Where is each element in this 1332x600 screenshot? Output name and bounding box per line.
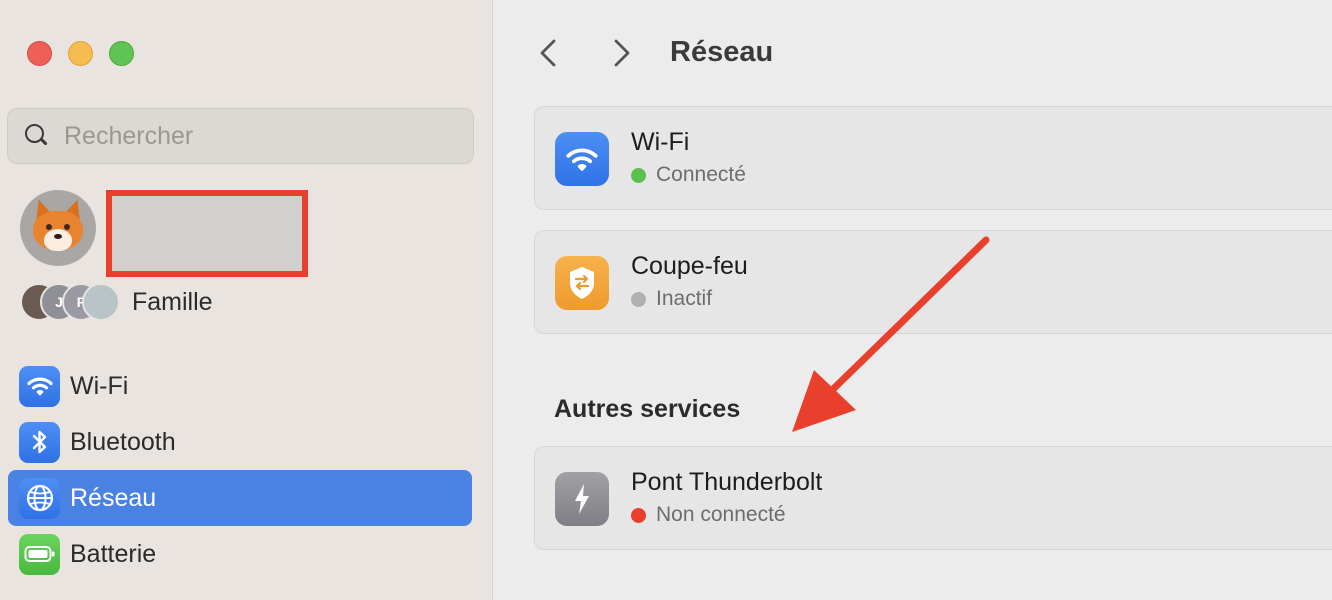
- family-label: Famille: [132, 288, 213, 316]
- battery-icon: [19, 533, 60, 575]
- window-controls: [27, 41, 134, 66]
- status-dot-red: [631, 507, 646, 523]
- sidebar: J F Famille Wi-Fi Bluetooth: [0, 0, 493, 600]
- service-name: Pont Thunderbolt: [631, 468, 823, 496]
- family-row[interactable]: J F Famille: [20, 283, 213, 323]
- search-field[interactable]: [7, 108, 474, 164]
- sidebar-nav: Wi-Fi Bluetooth Réseau Batterie: [8, 358, 472, 582]
- sidebar-item-label: Batterie: [70, 539, 157, 568]
- firewall-shield-icon: [555, 256, 609, 310]
- close-button[interactable]: [27, 41, 52, 66]
- service-status-text: Inactif: [656, 287, 713, 310]
- thunderbolt-icon: [555, 472, 609, 526]
- sidebar-item-reseau[interactable]: Réseau: [8, 470, 472, 526]
- wifi-icon: [555, 132, 609, 186]
- family-avatars: J F: [20, 283, 132, 323]
- zoom-button[interactable]: [109, 41, 134, 66]
- minimize-button[interactable]: [68, 41, 93, 66]
- sidebar-item-bluetooth[interactable]: Bluetooth: [8, 414, 472, 470]
- fox-memoji-icon: [29, 196, 87, 257]
- avatar[interactable]: [20, 190, 96, 266]
- service-status: Connecté: [631, 163, 746, 187]
- bluetooth-icon: [19, 421, 60, 463]
- service-status: Inactif: [631, 287, 712, 311]
- section-title-autres-services: Autres services: [554, 395, 741, 423]
- service-card-pont-thunderbolt[interactable]: Pont Thunderbolt Non connecté: [534, 446, 1332, 550]
- page-title: Réseau: [670, 36, 774, 68]
- sidebar-item-wifi[interactable]: Wi-Fi: [8, 358, 472, 414]
- service-status-text: Connecté: [656, 163, 746, 186]
- search-input[interactable]: [64, 121, 444, 151]
- service-status: Non connecté: [631, 503, 786, 527]
- service-status-text: Non connecté: [656, 503, 786, 526]
- status-dot-gray: [631, 291, 646, 307]
- wifi-icon: [19, 365, 60, 407]
- service-name: Wi-Fi: [631, 128, 690, 156]
- back-chevron-icon[interactable]: [534, 38, 564, 68]
- main-content: Réseau Wi-Fi Connecté Coupe-feu Inactif …: [494, 0, 1332, 600]
- family-member-avatar: [82, 283, 120, 321]
- sidebar-item-label: Wi-Fi: [70, 371, 129, 400]
- status-dot-green: [631, 167, 646, 183]
- redacted-account-name[interactable]: [106, 190, 308, 277]
- globe-icon: [19, 477, 60, 519]
- sidebar-item-label: Réseau: [70, 483, 157, 512]
- forward-chevron-icon[interactable]: [606, 38, 636, 68]
- service-card-coupe-feu[interactable]: Coupe-feu Inactif: [534, 230, 1332, 334]
- sidebar-item-label: Bluetooth: [70, 427, 176, 456]
- sidebar-item-batterie[interactable]: Batterie: [8, 526, 472, 582]
- service-card-wifi[interactable]: Wi-Fi Connecté: [534, 106, 1332, 210]
- service-name: Coupe-feu: [631, 252, 748, 280]
- search-icon: [24, 123, 50, 149]
